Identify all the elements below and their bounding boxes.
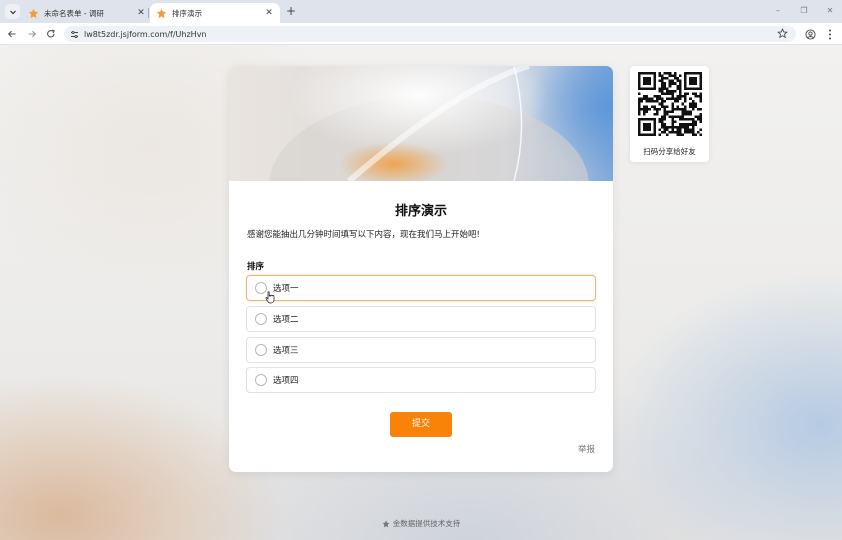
option-label: 选项一	[273, 284, 299, 294]
reload-icon	[47, 29, 55, 38]
url-text[interactable]: lw8t5zdr.jsjform.com/f/UhzHvn	[84, 30, 207, 39]
rank-circle-icon[interactable]	[255, 313, 267, 325]
rank-circle-icon[interactable]	[255, 344, 267, 356]
page-viewport: 排序演示 感谢您能抽出几分钟时间填写以下内容，现在我们马上开始吧! 排序 选项一…	[0, 45, 842, 540]
site-info-icon[interactable]	[70, 30, 79, 39]
option-label: 选项三	[273, 346, 299, 356]
tab-title: 排序演示	[172, 8, 202, 18]
footer-credit: 金数据提供技术支持	[0, 518, 842, 529]
sort-option-2[interactable]: 选项二	[246, 306, 596, 332]
form-title: 排序演示	[394, 204, 447, 219]
jinshuju-logo-icon	[382, 520, 390, 528]
profile-button[interactable]	[803, 27, 817, 41]
option-label: 选项二	[273, 315, 299, 325]
sort-option-3[interactable]: 选项三	[246, 337, 596, 363]
rank-circle-icon[interactable]	[255, 374, 267, 386]
form-card: 排序演示 感谢您能抽出几分钟时间填写以下内容，现在我们马上开始吧! 排序 选项一…	[229, 66, 613, 472]
tab-title: 未命名表单 - 调研	[44, 8, 104, 18]
close-icon[interactable]: ✕	[264, 8, 274, 18]
back-button[interactable]	[5, 27, 19, 41]
restore-button[interactable]: ❐	[792, 4, 816, 18]
minimize-button[interactable]: –	[766, 4, 790, 18]
close-icon[interactable]: ✕	[136, 8, 146, 18]
footer-text: 金数据提供技术支持	[392, 519, 461, 528]
cursor-icon	[265, 291, 275, 304]
tab-search-button[interactable]	[5, 4, 20, 19]
forward-button[interactable]	[25, 27, 39, 41]
qr-caption: 扫码分享给好友	[643, 147, 696, 156]
more-icon	[829, 29, 831, 39]
submit-button[interactable]: 提交	[390, 412, 452, 437]
option-label: 选项四	[273, 376, 299, 386]
qr-code-icon	[638, 72, 702, 136]
report-link[interactable]: 举报	[578, 443, 595, 455]
question-label: 排序	[247, 262, 265, 272]
back-icon	[7, 30, 16, 38]
tab-sort-demo[interactable]: 排序演示 ✕	[150, 3, 280, 23]
star-icon[interactable]	[777, 28, 788, 39]
more-menu-button[interactable]	[823, 27, 837, 41]
address-bar[interactable]: lw8t5zdr.jsjform.com/f/UhzHvn	[64, 26, 796, 42]
header-banner-image	[229, 66, 613, 181]
profile-icon	[804, 28, 816, 40]
jinshuju-favicon-icon	[28, 8, 39, 18]
new-tab-button[interactable]: +	[284, 3, 298, 20]
share-qr-card: 扫码分享给好友	[630, 66, 709, 162]
tab-divider	[148, 8, 149, 18]
close-window-button[interactable]: ✕	[818, 4, 842, 18]
chevron-down-icon	[9, 10, 16, 14]
tab-strip: 未命名表单 - 调研 ✕ 排序演示 ✕ + – ❐ ✕	[0, 0, 842, 23]
sort-option-1[interactable]: 选项一	[246, 275, 596, 301]
form-description: 感谢您能抽出几分钟时间填写以下内容，现在我们马上开始吧!	[247, 230, 480, 240]
jinshuju-favicon-icon	[156, 8, 167, 18]
tab-form-survey[interactable]: 未命名表单 - 调研 ✕	[22, 3, 152, 23]
browser-toolbar: lw8t5zdr.jsjform.com/f/UhzHvn	[0, 23, 842, 45]
reload-button[interactable]	[44, 27, 58, 41]
forward-icon	[28, 30, 37, 38]
sort-option-4[interactable]: 选项四	[246, 367, 596, 393]
